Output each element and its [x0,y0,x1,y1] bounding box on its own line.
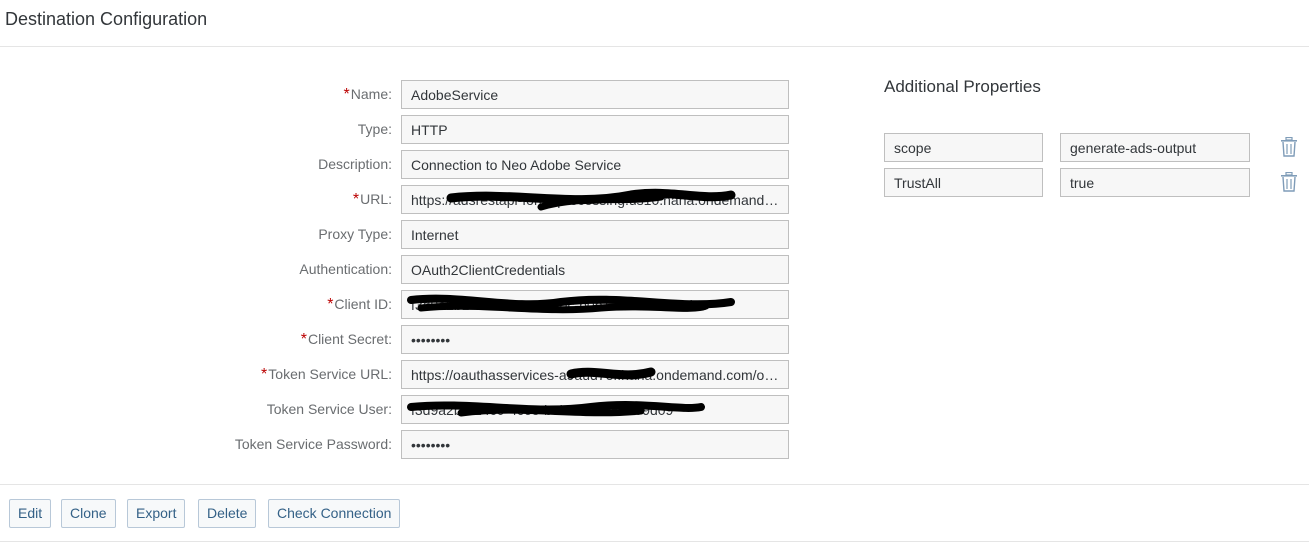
form-row-token-service-password: Token Service Password: •••••••• [0,430,800,459]
url-label: *URL: [352,191,392,208]
additional-properties-title: Additional Properties [884,77,1041,96]
required-marker: * [343,86,350,103]
property-row: TrustAll true [884,168,1304,197]
form-row-type: Type: HTTP [0,115,800,144]
required-marker: * [327,296,334,313]
required-marker: * [261,366,268,383]
token-service-password-field[interactable]: •••••••• [401,430,789,459]
name-label: *Name: [343,86,392,103]
check-connection-button[interactable]: Check Connection [268,499,401,528]
delete-button[interactable]: Delete [198,499,257,528]
token-service-user-label: Token Service User: [266,401,392,417]
form-row-proxy-type: Proxy Type: Internet [0,220,800,249]
url-field[interactable]: https://adsrestapi-formsprocessing.us10.… [401,185,789,214]
type-label: Type: [357,121,392,137]
token-service-user-field[interactable]: f3d9a2b1-24c0-4c6e-b8b1-dbe050309d09 [401,395,789,424]
required-marker: * [352,191,360,208]
form-row-authentication: Authentication: OAuth2ClientCredentials [0,255,800,284]
form-row-client-secret: *Client Secret: •••••••• [0,325,800,354]
trash-icon[interactable] [1280,137,1298,157]
trash-icon[interactable] [1280,172,1298,192]
property-value-field[interactable]: generate-ads-output [1060,133,1250,162]
page-title: Destination Configuration [5,9,208,29]
form-row-name: *Name: AdobeService [0,80,800,109]
client-id-label: *Client ID: [327,296,392,313]
client-secret-label: *Client Secret: [300,331,392,348]
edit-button[interactable]: Edit [9,499,52,528]
clone-button[interactable]: Clone [61,499,116,528]
client-id-field[interactable]: f3d9a2b1-7c4e-4a2e-8c0c-b0b1-dbe050309d0… [401,290,789,319]
page-header: Destination Configuration [0,0,1309,47]
proxy-type-field[interactable]: Internet [401,220,789,249]
description-label: Description: [318,156,392,172]
form-row-token-service-url: *Token Service URL: https://oauthasservi… [0,360,800,389]
form-row-token-service-user: Token Service User: f3d9a2b1-24c0-4c6e-b… [0,395,800,424]
property-key-field[interactable]: TrustAll [884,168,1043,197]
export-button[interactable]: Export [127,499,186,528]
required-marker: * [300,331,307,348]
footer-divider [0,484,1309,485]
bottom-divider [0,541,1309,542]
description-field[interactable]: Connection to Neo Adobe Service [401,150,789,179]
form-row-url: *URL: https://adsrestapi-formsprocessing… [0,185,800,214]
type-field[interactable]: HTTP [401,115,789,144]
authentication-field[interactable]: OAuth2ClientCredentials [401,255,789,284]
token-service-url-field[interactable]: https://oauthasservices-a9aud7ef.hana.on… [401,360,789,389]
property-value-field[interactable]: true [1060,168,1250,197]
authentication-label: Authentication: [299,261,392,277]
form-row-description: Description: Connection to Neo Adobe Ser… [0,150,800,179]
property-row: scope generate-ads-output [884,133,1304,162]
client-secret-field[interactable]: •••••••• [401,325,789,354]
property-key-field[interactable]: scope [884,133,1043,162]
token-service-url-label: *Token Service URL: [261,366,392,383]
token-service-password-label: Token Service Password: [234,436,392,452]
form-row-client-id: *Client ID: f3d9a2b1-7c4e-4a2e-8c0c-b0b1… [0,290,800,319]
name-field[interactable]: AdobeService [401,80,789,109]
proxy-type-label: Proxy Type: [318,226,392,242]
